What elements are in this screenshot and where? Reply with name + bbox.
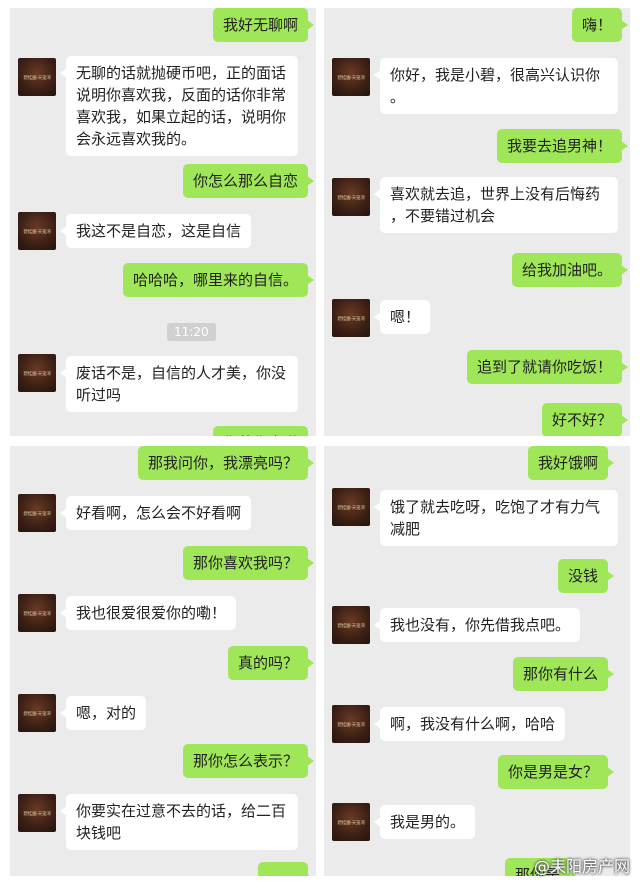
avatar-logo-text: 碧桂園·天玺湾 <box>23 370 51 377</box>
avatar-logo-text: 碧桂園·天玺湾 <box>23 510 51 517</box>
bot-avatar: 碧桂園·天玺湾 <box>18 354 56 392</box>
bot-avatar: 碧桂園·天玺湾 <box>18 694 56 732</box>
chat-bubble-received: 好看啊，怎么会不好看啊 <box>59 496 252 530</box>
avatar-logo-text: 碧桂園·天玺湾 <box>23 610 51 617</box>
chat-bubble-received: 无聊的话就抛硬币吧，正的面话 说明你喜欢我，反面的话你非常 喜欢我，如果立起的话… <box>60 56 298 156</box>
chat-bubble-sent: 哈哈哈，哪里来的自信。 <box>122 263 315 297</box>
bot-avatar: 碧桂園·天玺湾 <box>332 803 370 841</box>
bot-avatar: 碧桂園·天玺湾 <box>332 58 370 96</box>
chat-bubble-sent: 那你喜欢我吗？ <box>182 546 315 580</box>
chat-bubble-received: 我是男的。 <box>373 805 476 839</box>
chat-bubble-received: 我也没有，你先借我点吧。 <box>373 608 581 642</box>
chat-bubble-sent: 给我加油吧。 <box>511 253 629 287</box>
chat-bubble-received: 我这不是自恋，这是自信 <box>59 214 252 248</box>
avatar-logo-text: 碧桂園·天玺湾 <box>23 228 51 235</box>
chat-bubble-sent: 你怎么那么自恋 <box>182 164 315 198</box>
chat-bubble-sent: 你若你先说 <box>212 426 308 436</box>
chat-bubble-sent: 真的吗？ <box>227 646 315 680</box>
chat-bubble-received: 你好，我是小碧，很高兴认识你 。 <box>374 58 618 114</box>
avatar-logo-text: 碧桂園·天玺湾 <box>337 819 365 826</box>
chat-bubble-sent: 我要去追男神！ <box>496 129 629 163</box>
chat-bubble-received: 饿了就去吃呀，吃饱了才有力气 减肥 <box>374 490 618 546</box>
chat-panel-1: 我好无聊啊 碧桂園·天玺湾 无聊的话就抛硬币吧，正的面话 说明你喜欢我，反面的话… <box>10 8 316 436</box>
chat-bubble-received: 你要实在过意不去的话，给二百 块钱吧 <box>60 794 298 850</box>
avatar-logo-text: 碧桂園·天玺湾 <box>23 74 51 81</box>
chat-bubble-received: 嗯，对的 <box>59 696 147 730</box>
chat-bubble-sent: 那我问你，我漂亮吗？ <box>137 446 315 480</box>
chat-bubble-sent: 没钱 <box>557 559 615 593</box>
chat-bubble-sent: 那你怎么表示？ <box>182 744 315 778</box>
chat-bubble-sent: 我好无聊啊 <box>212 8 315 42</box>
avatar-logo-text: 碧桂園·天玺湾 <box>337 721 365 728</box>
bot-avatar: 碧桂園·天玺湾 <box>18 494 56 532</box>
chat-panel-3: 那我问你，我漂亮吗？ 碧桂園·天玺湾 好看啊，怎么会不好看啊 那你喜欢我吗？ 碧… <box>10 446 316 876</box>
chat-panel-4: 我好饿啊 碧桂園·天玺湾 饿了就去吃呀，吃饱了才有力气 减肥 没钱 碧桂園·天玺… <box>324 446 630 876</box>
bot-avatar: 碧桂園·天玺湾 <box>332 705 370 743</box>
bot-avatar: 碧桂園·天玺湾 <box>18 794 56 832</box>
avatar-logo-text: 碧桂園·天玺湾 <box>337 315 365 322</box>
chat-bubble-sent: 嗨！ <box>571 8 629 42</box>
chat-panel-2: 嗨！ 碧桂園·天玺湾 你好，我是小碧，很高兴认识你 。 我要去追男神！ 碧桂園·… <box>324 8 630 436</box>
avatar-logo-text: 碧桂園·天玺湾 <box>337 194 365 201</box>
bot-avatar: 碧桂園·天玺湾 <box>332 606 370 644</box>
avatar-logo-text: 碧桂園·天玺湾 <box>23 810 51 817</box>
chat-bubble-sent: 你是男是女？ <box>497 755 615 789</box>
avatar-logo-text: 碧桂園·天玺湾 <box>337 74 365 81</box>
chat-bubble-sent: 追到了就请你吃饭！ <box>466 350 629 384</box>
bot-avatar: 碧桂園·天玺湾 <box>18 58 56 96</box>
watermark: @耒阳房产网 <box>533 857 630 876</box>
chat-bubble-sent: 我好饿啊 <box>527 446 615 480</box>
bot-avatar: 碧桂園·天玺湾 <box>332 488 370 526</box>
bot-avatar: 碧桂園·天玺湾 <box>332 178 370 216</box>
bot-avatar: 碧桂園·天玺湾 <box>18 594 56 632</box>
chat-bubble-received: 废话不是，自信的人才美，你没 听过吗 <box>60 356 298 412</box>
chat-bubble-received: 喜欢就去追，世界上没有后悔药 ，不要错过机会 <box>374 177 618 233</box>
chat-bubble-sent: 。。。 <box>257 862 315 876</box>
bot-avatar: 碧桂園·天玺湾 <box>332 299 370 337</box>
bot-avatar: 碧桂園·天玺湾 <box>18 212 56 250</box>
avatar-logo-text: 碧桂園·天玺湾 <box>23 710 51 717</box>
timestamp: 11:20 <box>167 323 216 341</box>
chat-bubble-received: 啊，我没有什么啊，哈哈 <box>373 707 566 741</box>
chat-bubble-received: 嗯！ <box>373 300 431 334</box>
chat-bubble-sent: 好不好？ <box>541 403 629 436</box>
chat-bubble-sent: 那你有什么 <box>512 657 615 691</box>
avatar-logo-text: 碧桂園·天玺湾 <box>337 622 365 629</box>
avatar-logo-text: 碧桂園·天玺湾 <box>337 504 365 511</box>
chat-bubble-received: 我也很爱很爱你的嘞！ <box>59 596 237 630</box>
